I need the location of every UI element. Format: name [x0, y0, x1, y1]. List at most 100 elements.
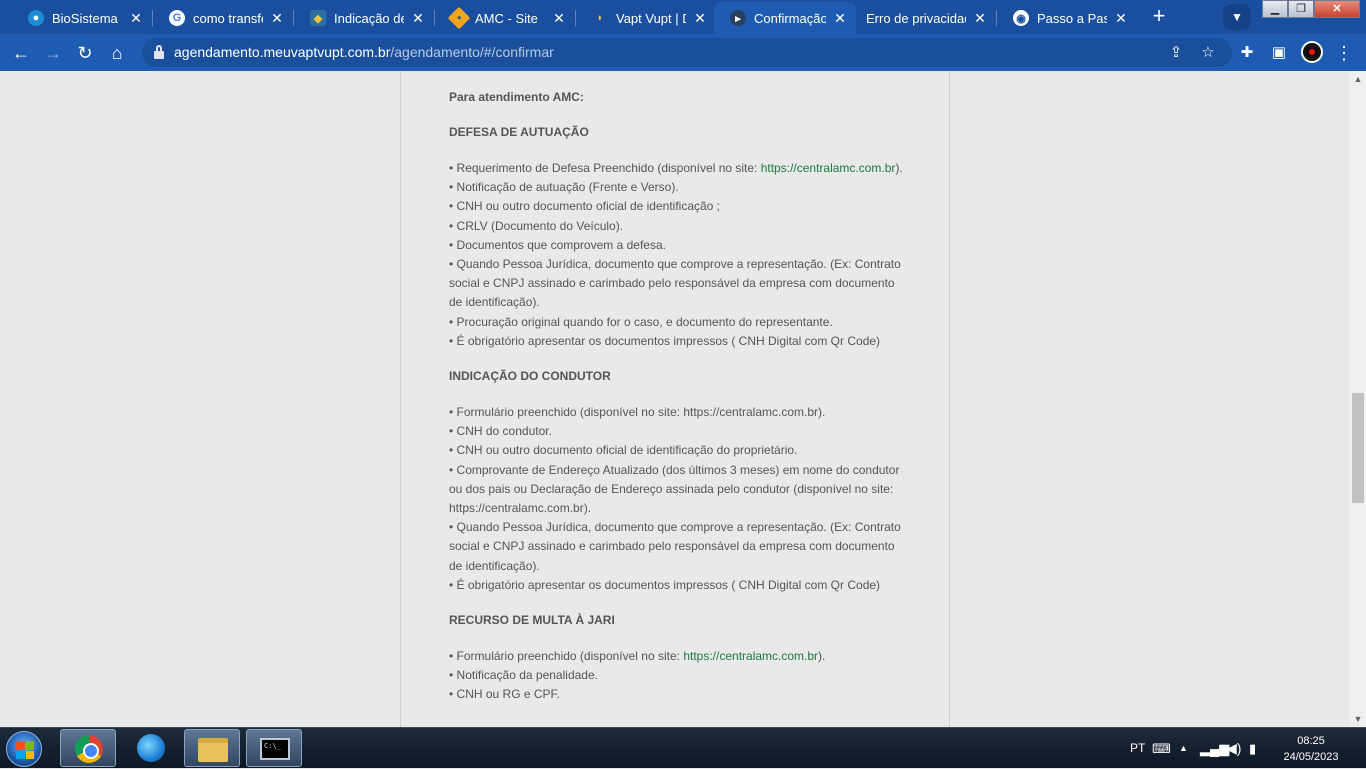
requirement-item: • É obrigatório apresentar os documentos…	[449, 332, 909, 351]
windows-logo-icon	[16, 741, 34, 759]
close-window-button[interactable]: ✕	[1314, 0, 1360, 18]
minimize-icon: ▁	[1270, 3, 1280, 15]
maximize-button[interactable]: ❐	[1288, 0, 1314, 18]
share-icon[interactable]: ⇪	[1165, 42, 1187, 64]
tab-passo-a-passo[interactable]: ◉ Passo a Passo ✕	[997, 2, 1137, 34]
home-icon: ⌂	[111, 43, 123, 63]
requirement-text-end: ).	[818, 649, 826, 664]
close-tab-icon[interactable]: ✕	[269, 10, 285, 27]
scroll-up-arrow-icon[interactable]: ▲	[1350, 71, 1366, 87]
close-tab-icon[interactable]: ✕	[128, 10, 144, 27]
lock-icon[interactable]	[154, 45, 164, 59]
requirement-list: • Formulário preenchido (disponível no s…	[449, 403, 909, 595]
chevron-down-icon: ▼	[1231, 10, 1243, 24]
requirement-item: • Quando Pessoa Jurídica, documento que …	[449, 518, 909, 576]
reload-icon: ↻	[77, 43, 93, 63]
tab-biosistema[interactable]: ● BioSistema ✕	[12, 2, 152, 34]
tab-amc-site[interactable]: ▪ AMC - Site ✕	[435, 2, 575, 34]
tab-indicacao[interactable]: ◆ Indicação de C ✕	[294, 2, 434, 34]
requirement-list: • Formulário preenchido (disponível no s…	[449, 647, 909, 705]
requirement-text: • Procuração original quando for o caso,…	[449, 314, 833, 329]
requirement-list: • Requerimento de Defesa Preenchido (dis…	[449, 159, 909, 351]
new-tab-button[interactable]: +	[1146, 5, 1172, 29]
centralamc-link[interactable]: https://centralamc.com.br	[683, 649, 818, 663]
requirement-text-end: ).	[895, 161, 903, 175]
requirement-item: • Notificação da penalidade.	[449, 666, 909, 685]
minimize-button[interactable]: ▁	[1262, 0, 1288, 18]
home-button[interactable]: ⌂	[104, 40, 130, 66]
requirement-text: • Formulário preenchido (disponível no s…	[449, 405, 826, 420]
power-icon[interactable]: ▮	[1249, 728, 1256, 769]
tray-expand-icon[interactable]: ▲	[1179, 728, 1188, 769]
keyboard-icon[interactable]: ⌨	[1152, 728, 1171, 769]
url-text[interactable]: agendamento.meuvaptvupt.com.br/agendamen…	[174, 44, 554, 60]
url-path: /agendamento/#/confirmar	[390, 44, 554, 60]
chrome-icon	[75, 735, 103, 763]
requirements-content: Para atendimento AMC: DEFESA DE AUTUAÇÃO…	[449, 88, 909, 705]
requirement-item: • Formulário preenchido (disponível no s…	[449, 403, 909, 422]
back-button[interactable]: ←	[8, 40, 34, 66]
close-tab-icon[interactable]: ✕	[972, 10, 988, 27]
requirement-text: • Comprovante de Endereço Atualizado (do…	[449, 462, 900, 516]
google-icon: G	[169, 10, 185, 26]
requirement-text: • Requerimento de Defesa Preenchido (dis…	[449, 161, 761, 175]
start-button[interactable]	[6, 731, 42, 767]
tab-title: Passo a Passo	[1037, 10, 1107, 26]
taskbar-chrome[interactable]	[60, 729, 116, 767]
menu-button[interactable]: ⋮	[1331, 40, 1357, 66]
side-panel-icon: ▣	[1271, 44, 1287, 61]
close-tab-icon[interactable]: ✕	[410, 10, 426, 27]
section-heading: RECURSO DE MULTA À JARI	[449, 613, 615, 628]
tab-title: AMC - Site	[475, 10, 538, 26]
clock-time: 08:25	[1297, 735, 1325, 747]
confirm-icon: ▸	[730, 10, 746, 26]
tab-vapt-vupt[interactable]: ◗ Vapt Vupt | Du ✕	[576, 2, 716, 34]
requirement-item: • Formulário preenchido (disponível no s…	[449, 647, 909, 666]
scrollbar-thumb[interactable]	[1352, 393, 1364, 503]
requirement-item: • CNH do condutor.	[449, 422, 909, 441]
profile-avatar[interactable]	[1301, 41, 1323, 63]
system-clock[interactable]: 08:25 24/05/2023	[1276, 733, 1346, 765]
extensions-button[interactable]: ✚	[1234, 40, 1260, 66]
side-panel-button[interactable]: ▣	[1266, 40, 1292, 66]
tab-title: Indicação de C	[334, 10, 404, 26]
requirement-text: • É obrigatório apresentar os documentos…	[449, 333, 881, 348]
volume-icon[interactable]: ◀)	[1226, 728, 1241, 769]
vaptvupt-icon: ◗	[592, 10, 608, 26]
requirement-item: • Quando Pessoa Jurídica, documento que …	[449, 255, 909, 313]
forward-button[interactable]: →	[40, 40, 66, 66]
reload-button[interactable]: ↻	[72, 40, 98, 66]
close-tab-icon[interactable]: ✕	[1113, 10, 1129, 27]
centralamc-link[interactable]: https://centralamc.com.br	[761, 161, 896, 175]
requirement-item: • Documentos que comprovem a defesa.	[449, 236, 909, 255]
tab-search-button[interactable]: ▼	[1223, 4, 1251, 30]
biosistema-icon: ●	[28, 10, 44, 26]
requirement-text: • Documentos que comprovem a defesa.	[449, 237, 666, 252]
kebab-menu-icon: ⋮	[1335, 43, 1353, 63]
browser-toolbar: ← → ↻ ⌂ agendamento.meuvaptvupt.com.br/a…	[0, 34, 1366, 71]
close-tab-icon[interactable]: ✕	[832, 10, 848, 27]
page-viewport: Para atendimento AMC: DEFESA DE AUTUAÇÃO…	[0, 71, 1350, 727]
language-indicator[interactable]: PT	[1130, 728, 1145, 769]
address-bar[interactable]: agendamento.meuvaptvupt.com.br/agendamen…	[142, 38, 1232, 67]
globe-icon: ◉	[1013, 10, 1029, 26]
close-tab-icon[interactable]: ✕	[551, 10, 567, 27]
tab-title: como transferi	[193, 10, 263, 26]
arrow-right-icon: →	[44, 43, 62, 63]
tab-confirmacao[interactable]: ▸ Confirmação | ✕	[714, 2, 856, 34]
requirement-text: • CNH ou RG e CPF.	[449, 687, 560, 702]
scroll-down-arrow-icon[interactable]: ▼	[1350, 711, 1366, 727]
network-icon[interactable]: ▂▄▆	[1200, 728, 1229, 769]
taskbar-edge[interactable]	[123, 729, 179, 767]
tab-title: Vapt Vupt | Du	[616, 10, 686, 26]
puzzle-icon: ✚	[1240, 44, 1254, 61]
page-scrollbar[interactable]: ▲ ▼	[1350, 71, 1366, 727]
star-icon[interactable]: ☆	[1197, 42, 1219, 64]
tab-google-search[interactable]: G como transferi ✕	[153, 2, 293, 34]
taskbar-explorer[interactable]	[184, 729, 240, 767]
taskbar-cmd[interactable]: C:\_	[246, 729, 302, 767]
close-tab-icon[interactable]: ✕	[692, 10, 708, 27]
tab-title: Erro de privacidade	[866, 10, 966, 26]
tab-erro-privacidade[interactable]: Erro de privacidade ✕	[856, 2, 996, 34]
close-icon: ✕	[1332, 3, 1342, 15]
